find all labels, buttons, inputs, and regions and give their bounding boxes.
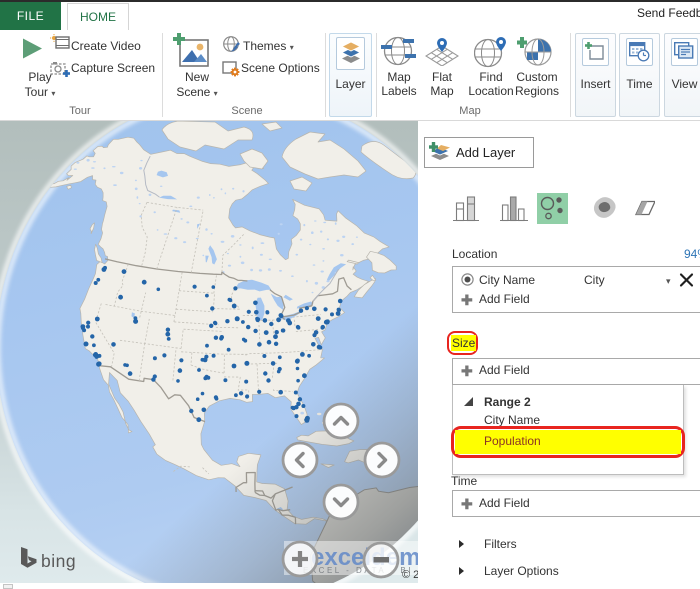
svg-text:© 2: © 2 — [402, 569, 418, 581]
svg-text:bing: bing — [41, 551, 76, 571]
